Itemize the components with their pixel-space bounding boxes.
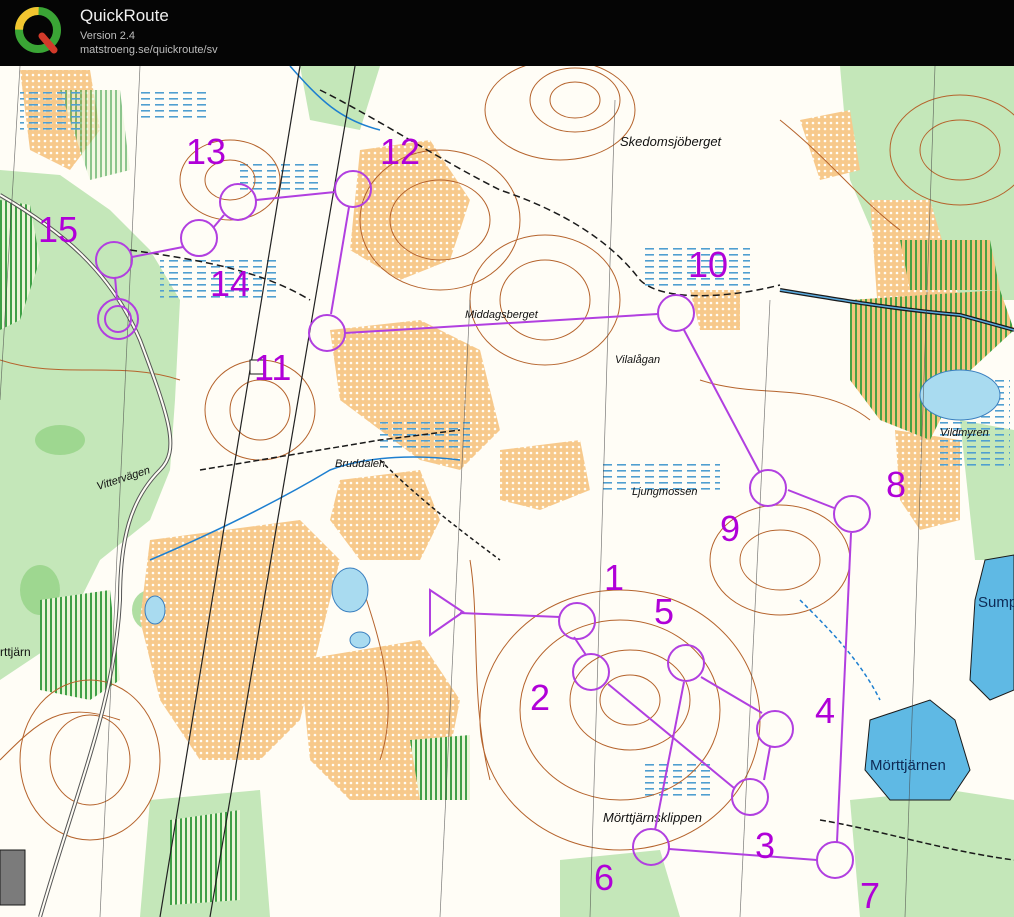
control-number-5: 5 [654,591,674,632]
control-numbers: 1 2 3 4 5 6 7 8 9 10 11 12 13 14 15 [38,131,906,916]
label-vilalagan: Vilalågan [615,354,660,366]
control-number-7: 7 [860,875,880,916]
control-circle-5[interactable] [667,644,705,682]
map-canvas: Skedomsjöberget Middagsberget Vilalågan … [0,66,1014,917]
label-bruddalen: Bruddalen [335,458,385,470]
label-tjarn: rttjärn [0,645,31,659]
control-circle-3[interactable] [731,778,769,816]
label-middagsberget: Middagsberget [465,309,539,321]
label-morttjarnsklippen: Mörttjärnsklippen [603,810,702,825]
app-url: matstroeng.se/quickroute/sv [80,44,218,56]
control-circle-14[interactable] [180,219,218,257]
control-number-1: 1 [604,557,624,598]
building [0,849,26,906]
app-title: QuickRoute [80,6,169,25]
control-circle-2[interactable] [572,653,610,691]
label-vildmyren: Vildmyren [940,427,989,439]
control-number-4: 4 [815,690,835,731]
control-number-10: 10 [688,244,728,285]
control-number-3: 3 [755,825,775,866]
control-circle-1[interactable] [558,602,596,640]
control-circle-13[interactable] [219,183,257,221]
control-circle-8[interactable] [833,495,871,533]
control-number-9: 9 [720,508,740,549]
label-skedomsjoberget: Skedomsjöberget [620,134,723,149]
control-circle-10[interactable] [657,294,695,332]
label-morttjarnen: Mörttjärnen [870,757,946,774]
control-number-12: 12 [380,131,420,172]
label-ljungmossen: Ljungmossen [632,486,697,498]
quickroute-logo-icon [15,7,61,54]
app-version: Version 2.4 [80,30,136,42]
title-bar: QuickRoute Version 2.4 matstroeng.se/qui… [0,0,1014,66]
orienteering-map[interactable]: Skedomsjöberget Middagsberget Vilalågan … [0,66,1014,917]
control-number-6: 6 [594,857,614,898]
control-circle-7[interactable] [816,841,854,879]
control-number-8: 8 [886,464,906,505]
control-number-13: 13 [186,131,226,172]
start-triangle[interactable] [429,588,465,637]
control-circle-9[interactable] [749,469,787,507]
control-number-14: 14 [210,263,250,304]
control-number-2: 2 [530,677,550,718]
label-sump: Sump [978,594,1014,611]
control-circle-4[interactable] [756,710,794,748]
control-number-11: 11 [254,347,291,388]
control-number-15: 15 [38,209,78,250]
